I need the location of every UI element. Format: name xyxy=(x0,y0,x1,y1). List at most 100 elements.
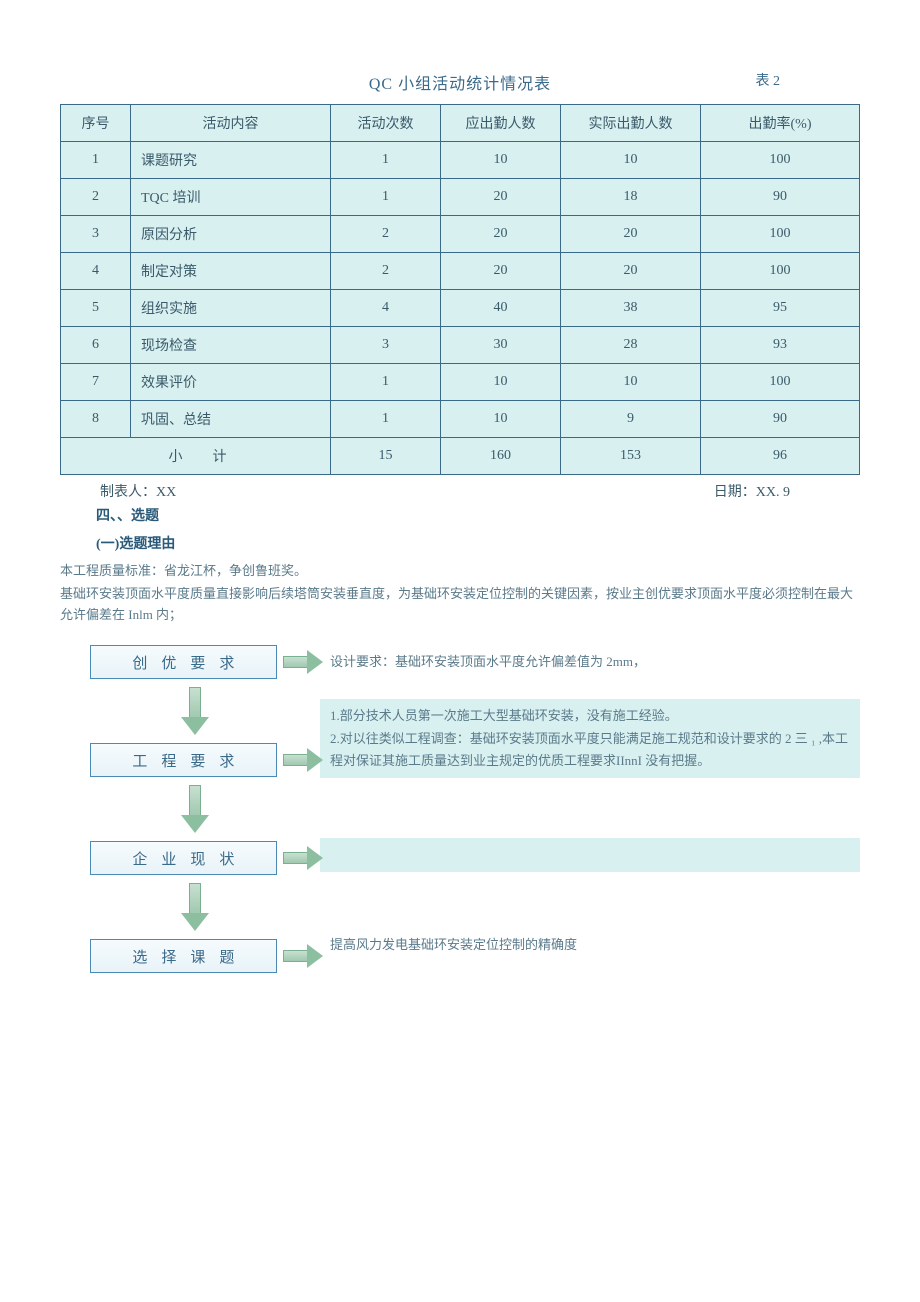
cell-actual: 28 xyxy=(561,327,701,364)
cell-actual: 20 xyxy=(561,216,701,253)
arrow-right-icon xyxy=(283,947,320,965)
cell-actual: 10 xyxy=(561,364,701,401)
cell-times: 2 xyxy=(331,253,441,290)
cell-rate: 100 xyxy=(701,364,860,401)
cell-content: 组织实施 xyxy=(131,290,331,327)
paragraph-2: 基础环安装顶面水平度质量直接影响后续塔筒安装垂直度，为基础环安装定位控制的关键因… xyxy=(60,584,860,626)
subtotal-times: 15 xyxy=(331,438,441,475)
note-2: 1.部分技术人员第一次施工大型基础环安装，没有施工经验。 2.对以往类似工程调查… xyxy=(320,699,860,777)
subsection-1-heading: (一)选题理由 xyxy=(96,533,860,553)
cell-content: 巩固、总结 xyxy=(131,401,331,438)
th-rate: 出勤率(%) xyxy=(701,105,860,142)
subtotal-actual: 153 xyxy=(561,438,701,475)
cell-actual: 10 xyxy=(561,142,701,179)
box-qiye: 企业现状 xyxy=(90,841,277,875)
subtotal-rate: 96 xyxy=(701,438,860,475)
table-row: 4制定对策22020100 xyxy=(61,253,860,290)
cell-seq: 8 xyxy=(61,401,131,438)
cell-should: 10 xyxy=(441,142,561,179)
cell-rate: 90 xyxy=(701,401,860,438)
note-3-empty xyxy=(320,838,860,872)
cell-should: 20 xyxy=(441,253,561,290)
page-title: QC 小组活动统计情况表 xyxy=(369,70,551,94)
cell-times: 1 xyxy=(331,142,441,179)
note-4: 提高风力发电基础环安装定位控制的精确度 xyxy=(320,928,860,962)
arrow-right-icon xyxy=(283,653,320,671)
arrow-down-icon xyxy=(183,883,207,931)
cell-content: TQC 培训 xyxy=(131,179,331,216)
title-row: QC 小组活动统计情况表 表 2 xyxy=(60,70,860,94)
flow-row-4: 选择课题 xyxy=(70,939,320,973)
subtotal-label: 小计 xyxy=(61,438,331,475)
table-row: 5组织实施4403895 xyxy=(61,290,860,327)
cell-content: 现场检查 xyxy=(131,327,331,364)
cell-times: 3 xyxy=(331,327,441,364)
cell-times: 2 xyxy=(331,216,441,253)
cell-should: 30 xyxy=(441,327,561,364)
table-row: 8巩固、总结110990 xyxy=(61,401,860,438)
maker-label: 制表人：XX xyxy=(100,481,176,501)
table-footer: 制表人：XX 日期：XX. 9 xyxy=(60,481,860,501)
cell-seq: 4 xyxy=(61,253,131,290)
date-label: 日期：XX. 9 xyxy=(714,481,790,501)
cell-seq: 7 xyxy=(61,364,131,401)
arrow-down-icon xyxy=(183,687,207,735)
cell-times: 1 xyxy=(331,364,441,401)
cell-rate: 100 xyxy=(701,253,860,290)
cell-times: 1 xyxy=(331,179,441,216)
th-should: 应出勤人数 xyxy=(441,105,561,142)
table-row: 7效果评价11010100 xyxy=(61,364,860,401)
stats-table: 序号 活动内容 活动次数 应出勤人数 实际出勤人数 出勤率(%) 1课题研究11… xyxy=(60,104,860,475)
cell-actual: 18 xyxy=(561,179,701,216)
th-times: 活动次数 xyxy=(331,105,441,142)
table-row: 1课题研究11010100 xyxy=(61,142,860,179)
th-actual: 实际出勤人数 xyxy=(561,105,701,142)
subtotal-row: 小计1516015396 xyxy=(61,438,860,475)
cell-seq: 3 xyxy=(61,216,131,253)
th-content: 活动内容 xyxy=(131,105,331,142)
cell-should: 10 xyxy=(441,401,561,438)
cell-times: 1 xyxy=(331,401,441,438)
cell-should: 10 xyxy=(441,364,561,401)
th-seq: 序号 xyxy=(61,105,131,142)
cell-should: 20 xyxy=(441,179,561,216)
cell-content: 制定对策 xyxy=(131,253,331,290)
cell-should: 20 xyxy=(441,216,561,253)
paragraph-1: 本工程质量标准：省龙江杯，争创鲁班奖。 xyxy=(60,561,860,582)
subtotal-should: 160 xyxy=(441,438,561,475)
flowchart: 创优要求 工程要求 企业现状 选择课题 设计要求：基础环安装顶面水平度允许偏差值… xyxy=(60,645,860,973)
cell-rate: 100 xyxy=(701,142,860,179)
cell-content: 课题研究 xyxy=(131,142,331,179)
cell-actual: 9 xyxy=(561,401,701,438)
flow-row-1: 创优要求 xyxy=(70,645,320,679)
cell-rate: 100 xyxy=(701,216,860,253)
box-chuangyou: 创优要求 xyxy=(90,645,277,679)
cell-actual: 20 xyxy=(561,253,701,290)
cell-rate: 90 xyxy=(701,179,860,216)
cell-seq: 2 xyxy=(61,179,131,216)
arrow-down-icon xyxy=(183,785,207,833)
cell-rate: 95 xyxy=(701,290,860,327)
table-row: 6现场检查3302893 xyxy=(61,327,860,364)
flowchart-notes: 设计要求：基础环安装顶面水平度允许偏差值为 2mm， 1.部分技术人员第一次施工… xyxy=(320,645,860,973)
table-row: 3原因分析22020100 xyxy=(61,216,860,253)
cell-rate: 93 xyxy=(701,327,860,364)
table-header-row: 序号 活动内容 活动次数 应出勤人数 实际出勤人数 出勤率(%) xyxy=(61,105,860,142)
table-body: 1课题研究110101002TQC 培训12018903原因分析22020100… xyxy=(61,142,860,475)
cell-seq: 1 xyxy=(61,142,131,179)
flow-row-2: 工程要求 xyxy=(70,743,320,777)
box-gongcheng: 工程要求 xyxy=(90,743,277,777)
cell-content: 原因分析 xyxy=(131,216,331,253)
arrow-right-icon xyxy=(283,751,320,769)
table-row: 2TQC 培训1201890 xyxy=(61,179,860,216)
cell-actual: 38 xyxy=(561,290,701,327)
section-4-heading: 四、、选题 xyxy=(96,505,860,525)
cell-should: 40 xyxy=(441,290,561,327)
cell-seq: 6 xyxy=(61,327,131,364)
cell-times: 4 xyxy=(331,290,441,327)
arrow-right-icon xyxy=(283,849,320,867)
box-xuanze: 选择课题 xyxy=(90,939,277,973)
flowchart-boxes: 创优要求 工程要求 企业现状 选择课题 xyxy=(60,645,320,973)
flow-row-3: 企业现状 xyxy=(70,841,320,875)
cell-content: 效果评价 xyxy=(131,364,331,401)
